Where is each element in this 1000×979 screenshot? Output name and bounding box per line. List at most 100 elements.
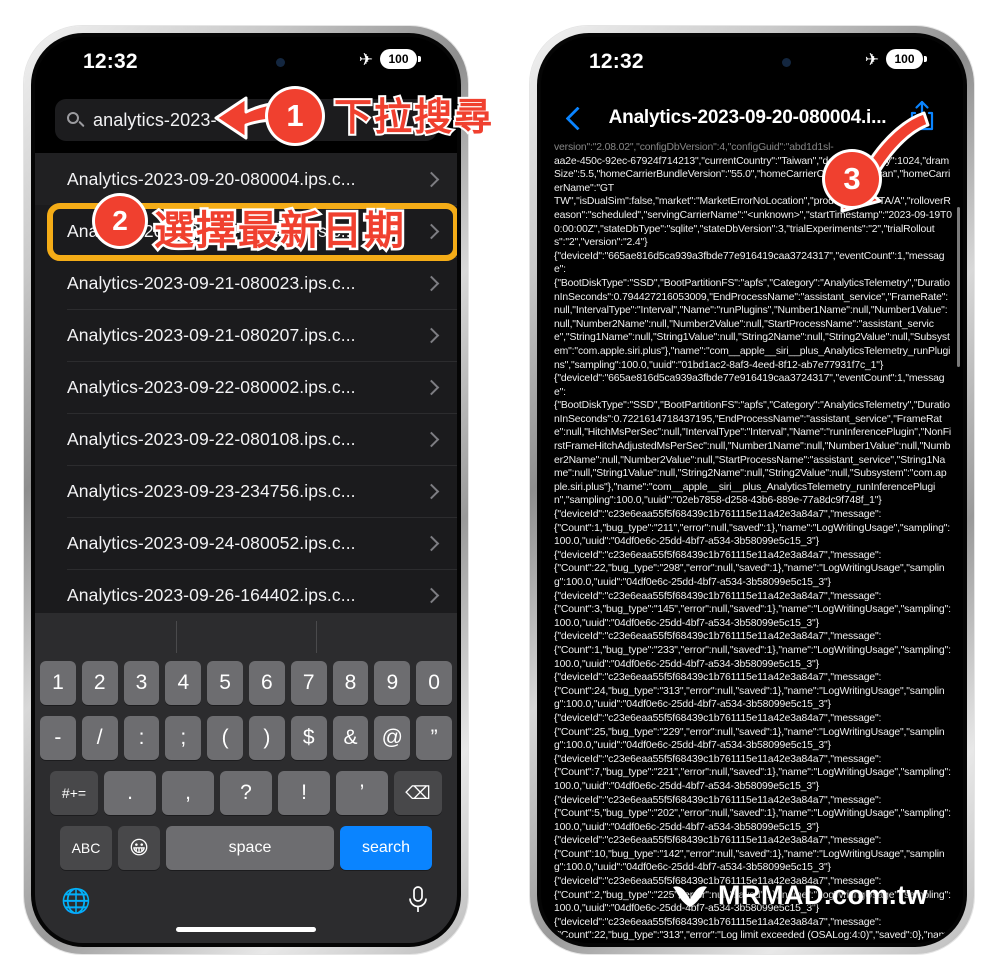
key-symbol-3[interactable]: ; [165,716,202,760]
list-item[interactable]: Analytics-2023-09-24-080052.ips.c... [35,517,457,569]
chevron-right-icon [423,379,440,395]
keyboard-row-numbers[interactable]: 1234567890 [35,661,457,705]
list-item-label: Analytics-2023-09-22-080108.ips.c... [67,428,356,449]
list-item-label: Analytics-2023-09-24-080052.ips.c... [67,532,356,553]
home-indicator[interactable] [176,927,316,932]
battery-level-text: 100 [388,52,409,66]
key-punct-0[interactable]: . [104,771,156,815]
battery-indicator: 100 [886,49,927,69]
keyboard-row-bottom[interactable]: ABC 😀 space search [35,826,457,870]
watermark-text: MRMAD.com.tw [718,880,928,910]
json-line: {"Count":3,"bug_type":"145","error":null… [554,604,951,629]
key-punct-2[interactable]: ? [220,771,272,815]
key-symbol-0[interactable]: - [40,716,76,760]
list-item[interactable]: Analytics-2023-09-22-080108.ips.c... [35,413,457,465]
screenshot-stage: 12:32 ✈ 100 analytics-2023- Analytics-20… [0,0,1000,979]
list-item-label: Analytics-2023-09-21-080207.ips.c... [67,324,356,345]
keyboard-row-symbols[interactable]: - /:;() $ & @” [35,716,457,760]
key-8[interactable]: 8 [332,661,369,705]
mrmad-logo-icon [673,885,707,907]
software-keyboard[interactable]: 1234567890 - /:;() $ & @” #+=.,?!’ ⌫ ABC 😀 sp… [35,613,457,943]
left-phone-bezel: 12:32 ✈ 100 analytics-2023- Analytics-20… [31,33,461,947]
space-key[interactable]: space [166,826,334,870]
json-line: {"Count":1,"bug_type":"211","error":null… [554,522,951,548]
step2-label: 選擇最新日期 [152,206,407,257]
list-item-label: Analytics-2023-09-22-080002.ips.c... [67,376,356,397]
json-line: {"deviceId":"665ae816d5ca939a3fbde77e916… [554,373,945,398]
key-symbol-2[interactable]: : [123,716,160,760]
abc-key[interactable]: ABC [60,826,112,870]
status-indicators: ✈ 100 [865,49,927,69]
battery-level-text: 100 [894,52,915,66]
json-line: {"deviceId":"c23e6eaa55f5f68439c1b761115… [554,590,882,602]
json-line: {"deviceId":"c23e6eaa55f5f68439c1b761115… [554,631,882,643]
json-line: {"Count":25,"bug_type":"229","error":nul… [554,726,945,752]
left-phone-screen: 12:32 ✈ 100 analytics-2023- Analytics-20… [35,37,457,943]
list-item[interactable]: Analytics-2023-09-21-080207.ips.c... [35,309,457,361]
analytics-json-content[interactable]: version":"2.08.02","configDbVersion":4,"… [541,141,963,943]
key-1[interactable]: 1 [40,661,76,705]
key-2[interactable]: 2 [81,661,118,705]
chevron-right-icon [423,483,440,499]
status-indicators: ✈ 100 [359,49,421,69]
dynamic-island [185,47,307,80]
key-7[interactable]: 7 [290,661,327,705]
search-key[interactable]: search [340,826,432,870]
list-item-label: Analytics-2023-09-20-080004.ips.c... [67,168,356,189]
vertical-scrollbar[interactable] [957,207,960,367]
key-symbol-1[interactable]: / [81,716,118,760]
key-9[interactable]: 9 [374,661,411,705]
list-item[interactable]: Analytics-2023-09-23-234756.ips.c... [35,465,457,517]
emoji-icon[interactable]: 😀 [118,826,160,870]
status-bar-right: 12:32 ✈ 100 [541,37,963,93]
key-symbol-6[interactable]: $ [290,716,327,760]
key-punct-1[interactable]: , [162,771,214,815]
step3-badge: 3 [825,152,879,206]
search-icon [67,111,84,129]
chevron-right-icon [423,327,440,343]
step2-badge: 2 [95,196,145,246]
key-5[interactable]: 5 [207,661,243,705]
keyboard-row-punctuation[interactable]: #+=.,?!’ ⌫ [35,771,457,815]
battery-indicator: 100 [380,49,421,69]
chevron-right-icon [423,223,440,239]
key-symbol-9[interactable]: ” [416,716,452,760]
status-bar-left: 12:32 ✈ 100 [35,37,457,93]
keyboard-bottom-bar: 🌐 [35,881,457,941]
json-line: {"deviceId":"665ae816d5ca939a3fbde77e916… [554,250,945,276]
list-item-label: Analytics-2023-09-26-164402.ips.c... [67,584,356,605]
predictive-bar[interactable] [35,613,457,661]
json-line: {"Count":10,"bug_type":"142","error":nul… [554,848,945,874]
key-4[interactable]: 4 [165,661,202,705]
delete-icon[interactable]: ⌫ [394,771,442,815]
microphone-icon[interactable] [407,885,429,920]
search-input[interactable]: analytics-2023- [93,110,217,131]
json-line: {"deviceId":"c23e6eaa55f5f68439c1b761115… [554,549,882,561]
globe-icon[interactable]: 🌐 [61,887,91,916]
chevron-right-icon [423,171,440,187]
key-symbol-5[interactable]: ) [249,716,285,760]
list-item-label: Analytics-2023-09-23-234756.ips.c... [67,480,356,501]
key-symbol-4[interactable]: ( [207,716,243,760]
list-item[interactable]: Analytics-2023-09-21-080023.ips.c... [35,257,457,309]
dynamic-island [691,47,813,80]
json-line: {"deviceId":"c23e6eaa55f5f68439c1b761115… [554,916,882,928]
key-punct-4[interactable]: ’ [336,771,388,815]
json-line: {"Count":24,"bug_type":"313","error":nul… [554,685,945,711]
json-line: {"Count":5,"bug_type":"202","error":null… [554,808,951,833]
chevron-right-icon [423,275,440,291]
list-item[interactable]: Analytics-2023-09-22-080002.ips.c... [35,361,457,413]
key-punct-3[interactable]: ! [278,771,330,815]
key-3[interactable]: 3 [123,661,160,705]
json-line: {"deviceId":"c23e6eaa55f5f68439c1b761115… [554,672,882,684]
key-symbol-7[interactable]: & [332,716,369,760]
json-line: {"Count":22,"bug_type":"298","error":nul… [554,563,945,588]
status-time: 12:32 [589,50,644,73]
watermark: MRMAD.com.tw [670,880,928,911]
key-6[interactable]: 6 [249,661,285,705]
symbols-switch-key[interactable]: #+= [50,771,98,815]
back-chevron-icon[interactable] [565,105,590,131]
chevron-right-icon [423,535,440,551]
key-0[interactable]: 0 [416,661,452,705]
key-symbol-8[interactable]: @ [374,716,411,760]
